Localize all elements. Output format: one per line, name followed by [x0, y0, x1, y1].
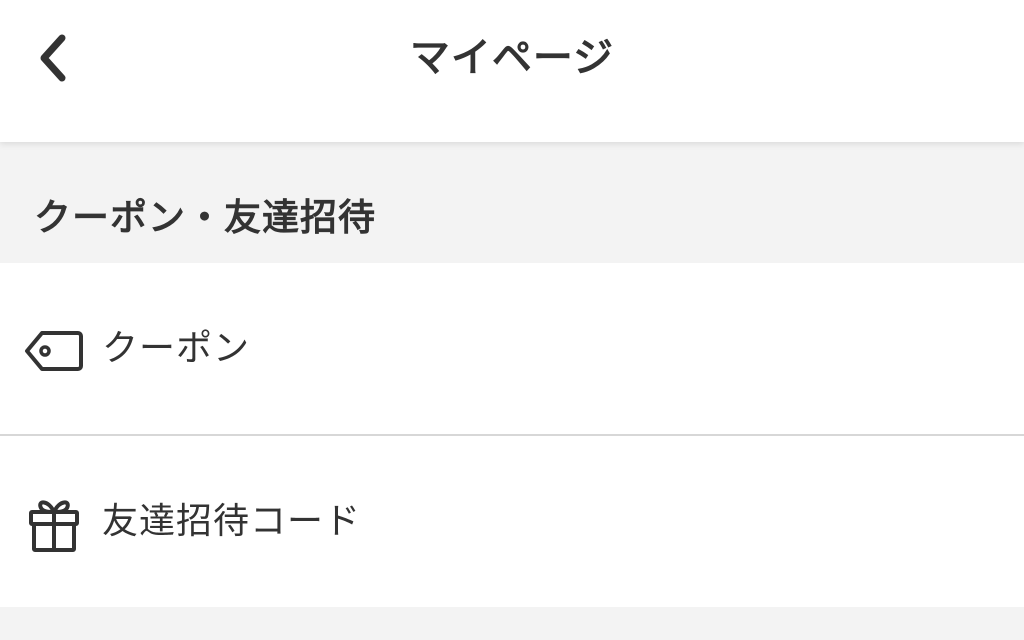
- top-app-bar: マイページ: [0, 0, 1024, 142]
- friend-invite-code-label: 友達招待コード: [102, 501, 362, 542]
- gift-icon: [24, 494, 84, 554]
- page-title: マイページ: [409, 35, 615, 81]
- coupon-item[interactable]: クーポン: [0, 263, 1024, 434]
- tag-icon: [24, 321, 84, 381]
- friend-invite-code-item[interactable]: 友達招待コード: [0, 436, 1024, 607]
- section-title: クーポン・友達招待: [34, 196, 376, 239]
- bottom-spacer: [0, 607, 1024, 640]
- coupon-label: クーポン: [102, 328, 251, 369]
